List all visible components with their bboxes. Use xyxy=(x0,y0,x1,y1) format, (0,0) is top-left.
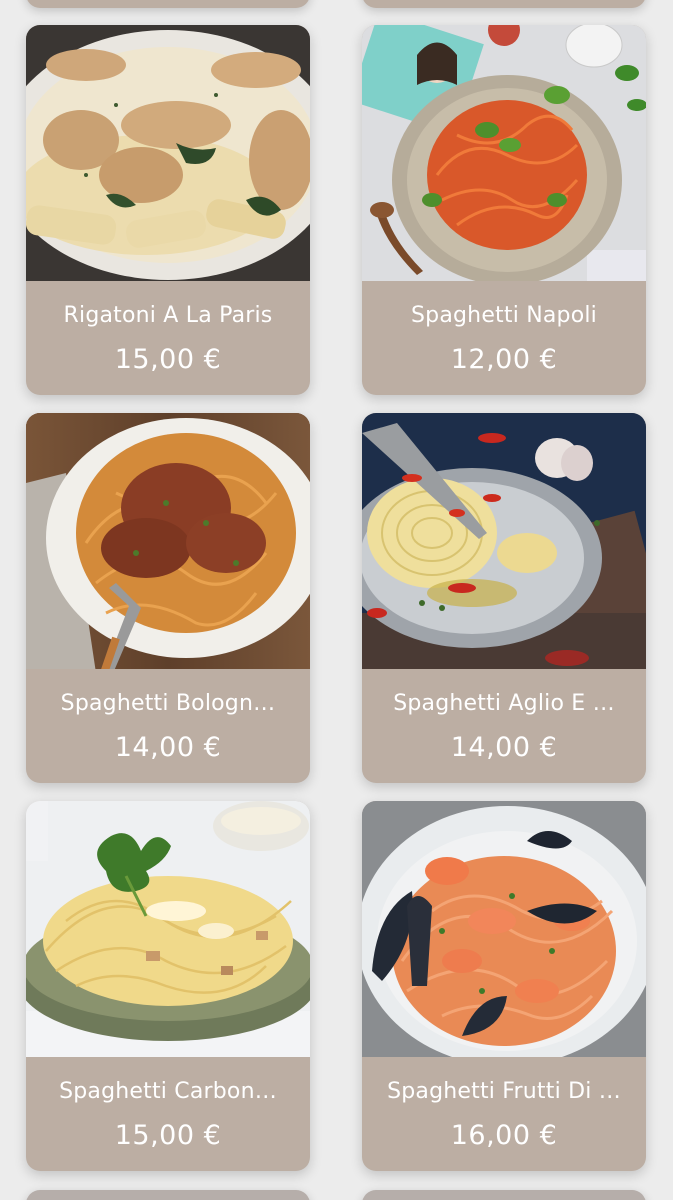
menu-item-name: Spaghetti Napoli xyxy=(411,303,597,328)
tomato-spaghetti-photo xyxy=(362,25,646,281)
menu-card-footer: Spaghetti Aglio E … 14,00 € xyxy=(362,669,646,783)
carbonara-spaghetti-photo xyxy=(26,801,310,1057)
menu-card-footer: Rigatoni A La Paris 15,00 € xyxy=(26,281,310,395)
menu-card-footer: Spaghetti Napoli 12,00 € xyxy=(362,281,646,395)
menu-card-footer: Spaghetti Carbon… 15,00 € xyxy=(26,1057,310,1171)
menu-card-bolognese[interactable]: Spaghetti Bologn… 14,00 € xyxy=(26,413,310,783)
menu-item-name: Spaghetti Bologn… xyxy=(60,691,276,716)
creamy-chicken-rigatoni-photo xyxy=(26,25,310,281)
menu-item-name: Spaghetti Carbon… xyxy=(59,1079,277,1104)
menu-card-rigatoni[interactable]: Rigatoni A La Paris 15,00 € xyxy=(26,25,310,395)
menu-grid: Rigatoni A La Paris 15,00 € Spaghetti Na… xyxy=(0,0,673,1200)
menu-item-name: Spaghetti Frutti Di … xyxy=(387,1079,621,1104)
menu-card-footer: Spaghetti Frutti Di … 16,00 € xyxy=(362,1057,646,1171)
bolognese-spaghetti-photo xyxy=(26,413,310,669)
menu-item-price: 15,00 € xyxy=(114,344,222,375)
aglio-olio-spaghetti-photo xyxy=(362,413,646,669)
menu-item-price: 14,00 € xyxy=(450,732,558,763)
menu-card-carbonara[interactable]: Spaghetti Carbon… 15,00 € xyxy=(26,801,310,1171)
menu-item-price: 14,00 € xyxy=(114,732,222,763)
menu-card-footer: Spaghetti Bologn… 14,00 € xyxy=(26,669,310,783)
menu-card-napoli[interactable]: Spaghetti Napoli 12,00 € xyxy=(362,25,646,395)
menu-card-partial[interactable] xyxy=(26,1190,310,1200)
menu-item-name: Rigatoni A La Paris xyxy=(63,303,273,328)
seafood-spaghetti-photo xyxy=(362,801,646,1057)
menu-item-price: 16,00 € xyxy=(450,1120,558,1151)
menu-card-partial[interactable] xyxy=(26,0,310,8)
menu-card-aglio-olio[interactable]: Spaghetti Aglio E … 14,00 € xyxy=(362,413,646,783)
menu-item-price: 15,00 € xyxy=(114,1120,222,1151)
menu-card-partial[interactable] xyxy=(362,1190,646,1200)
menu-item-name: Spaghetti Aglio E … xyxy=(393,691,615,716)
menu-card-partial[interactable] xyxy=(362,0,646,8)
menu-item-price: 12,00 € xyxy=(450,344,558,375)
menu-card-frutti-di-mare[interactable]: Spaghetti Frutti Di … 16,00 € xyxy=(362,801,646,1171)
